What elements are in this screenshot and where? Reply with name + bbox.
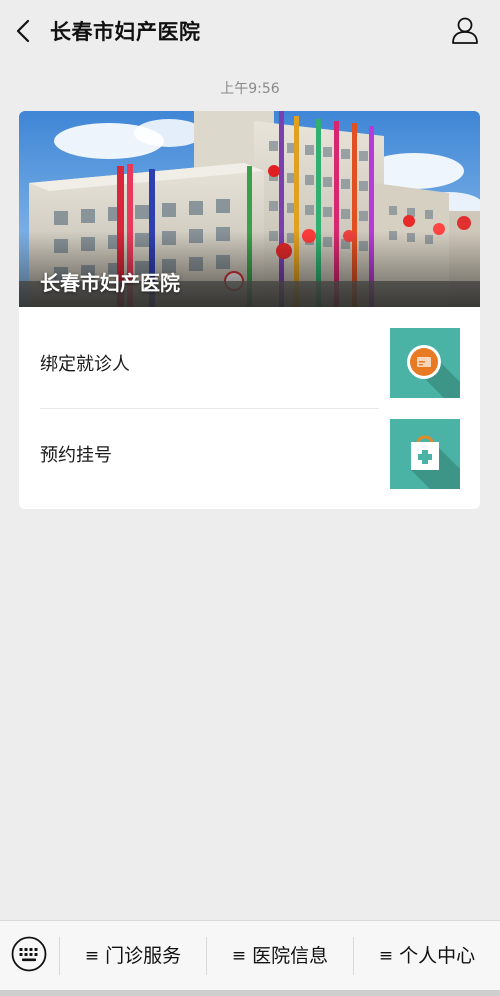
- id-card-icon: [390, 328, 460, 398]
- tab-label: 个人中心: [399, 945, 476, 967]
- menu-icon: ≡: [84, 946, 100, 966]
- menu-item-label: 预约挂号: [40, 445, 112, 466]
- message-timestamp: 上午9:56: [220, 81, 280, 97]
- menu-icon: ≡: [378, 946, 394, 966]
- back-button[interactable]: [12, 17, 38, 45]
- medical-bag-icon: [390, 419, 460, 489]
- tab-label: 门诊服务: [105, 945, 182, 967]
- bottom-edge: [0, 990, 500, 996]
- banner-image[interactable]: 长春市妇产医院: [19, 111, 480, 307]
- bind-patient-item[interactable]: 绑定就诊人: [19, 318, 480, 408]
- tab-outpatient-services[interactable]: ≡ 门诊服务: [60, 921, 206, 991]
- keyboard-icon: [11, 936, 47, 972]
- menu-item-label: 绑定就诊人: [40, 354, 130, 375]
- top-navigation-bar: 长春市妇产医院: [0, 0, 500, 62]
- keyboard-toggle-button[interactable]: [11, 936, 47, 972]
- bottom-menu-bar: ≡ 门诊服务 ≡ 医院信息 ≡ 个人中心: [0, 920, 500, 991]
- tab-personal-center[interactable]: ≡ 个人中心: [354, 921, 500, 991]
- menu-icon: ≡: [231, 946, 247, 966]
- chevron-left-icon: [16, 19, 30, 43]
- banner-title: 长春市妇产医院: [40, 271, 180, 295]
- menu-card: 长春市妇产医院 绑定就诊人 预约挂号: [19, 111, 480, 509]
- tab-hospital-info[interactable]: ≡ 医院信息: [207, 921, 353, 991]
- book-appointment-item[interactable]: 预约挂号: [19, 409, 480, 499]
- profile-button[interactable]: [450, 15, 480, 45]
- person-icon: [452, 17, 478, 44]
- page-title: 长春市妇产医院: [50, 20, 201, 44]
- tab-label: 医院信息: [252, 945, 329, 967]
